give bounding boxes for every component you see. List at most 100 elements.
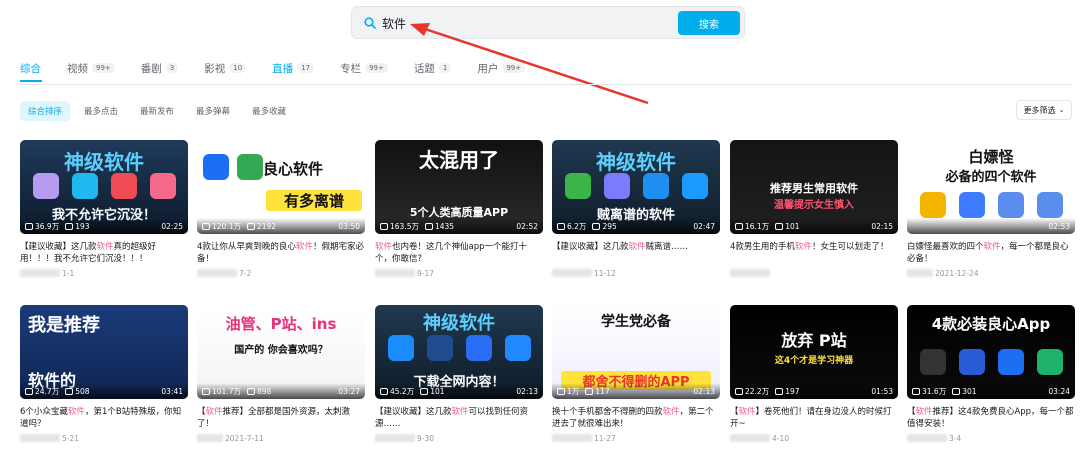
app-icon	[642, 173, 669, 199]
tab-2[interactable]: 番剧 3	[141, 58, 179, 78]
title-keyword-highlight: 软件	[67, 407, 85, 417]
video-card[interactable]: 4款必装良心App 31.6万 301 03:24 【软件推荐】这4款免费良心App，每…	[907, 305, 1075, 444]
title-keyword-highlight: 软件	[662, 407, 680, 417]
video-stats: 31.6万 301 03:24	[907, 383, 1075, 399]
danmaku-count: 2192	[246, 221, 277, 231]
search-input[interactable]	[382, 13, 662, 33]
title-keyword-highlight: 软件	[983, 242, 1001, 252]
video-title[interactable]: 软件也内卷！这几个神仙app一个能打十个，你敢信?	[375, 241, 543, 265]
video-title[interactable]: 6个小众宝藏软件，第1个B站特殊版，你知道吗？	[20, 406, 188, 430]
sort-option-4[interactable]: 最多收藏	[244, 101, 294, 121]
title-text: 白嫖怪最喜欢的四个	[907, 242, 984, 252]
tab-3[interactable]: 影视 10	[204, 58, 247, 78]
more-filter-button[interactable]: 更多筛选 ⌄	[1016, 100, 1072, 120]
sort-option-2[interactable]: 最新发布	[132, 101, 182, 121]
title-text: 换十个手机都舍不得删的四款	[552, 407, 663, 417]
video-thumbnail[interactable]: 推荐男生常用软件 温馨提示女生慎入 16.1万 101 02:15	[730, 140, 898, 234]
tab-1[interactable]: 视频 99+	[67, 58, 115, 78]
danmaku-count-text: 898	[256, 386, 272, 396]
video-thumbnail[interactable]: 白嫖怪 必备的四个软件 02:53	[907, 140, 1075, 234]
publish-date: 5-21	[62, 433, 80, 443]
danmaku-count: 301	[952, 387, 977, 396]
video-thumbnail[interactable]: 太混用了 5个人类高质量APP 163.5万 1435 02:52	[375, 140, 543, 234]
blurred-uploader-name	[730, 434, 770, 442]
thumbnail-headline: 神级软件	[423, 313, 495, 334]
publish-date: 4-10	[772, 433, 790, 443]
video-thumbnail[interactable]: 油管、P站、ins 国产的 你会喜欢吗？ 101.7万 898 03:27	[197, 305, 365, 399]
app-icon	[919, 192, 946, 218]
video-duration: 02:25	[161, 221, 183, 231]
video-thumbnail[interactable]: 良心软件 有多离谱 120.1万 2192 03:50	[197, 140, 365, 234]
tab-5[interactable]: 专栏 99+	[340, 58, 388, 78]
play-icon	[25, 387, 33, 395]
title-text: 推荐】这4款免费良心App，每一个都值得安装！	[907, 407, 1074, 429]
video-thumbnail[interactable]: 神级软件 我不允许它沉没！ 36.9万 193 02:25	[20, 140, 188, 234]
video-thumbnail[interactable]: 放弃 P站 这4个才是学习神器 22.2万 197 01:53	[730, 305, 898, 399]
app-icon	[32, 173, 59, 199]
danmaku-count: 197	[775, 387, 800, 396]
video-card[interactable]: 推荐男生常用软件 温馨提示女生慎入 16.1万 101 02:15 4款男生用的手机软件！…	[730, 140, 898, 279]
sort-option-1[interactable]: 最多点击	[76, 101, 126, 121]
title-keyword-highlight: 软件	[794, 242, 812, 252]
sort-option-0[interactable]: 综合排序	[20, 100, 71, 121]
video-title[interactable]: 【建议收藏】这几款软件可以找到任何资源……	[375, 406, 543, 430]
search-button[interactable]: 搜索	[678, 11, 740, 35]
thumbnail-headline: 放弃 P站	[781, 331, 847, 350]
view-count-text: 120.1万	[212, 221, 241, 231]
danmaku-icon	[775, 222, 784, 230]
video-title[interactable]: 4款男生用的手机软件！女生可以划走了！	[730, 241, 898, 265]
thumbnail-headline: 白嫖怪	[968, 148, 1014, 166]
video-stats: 163.5万 1435 02:52	[375, 218, 543, 234]
tab-0[interactable]: 综合	[20, 58, 41, 78]
danmaku-count: 295	[592, 222, 617, 231]
video-title[interactable]: 【建议收藏】这几款软件贼离谱……	[552, 241, 720, 265]
video-card[interactable]: 神级软件 贼离谱的软件 6.2万 295 02:47 【建议收藏】这几款软件贼离谱…… 11…	[552, 140, 720, 279]
tab-7[interactable]: 用户 99+	[477, 58, 526, 78]
video-card[interactable]: 良心软件 有多离谱 120.1万 2192 03:50 4款让你从早爽到晚的良心软件！假期…	[197, 140, 365, 279]
video-card[interactable]: 太混用了 5个人类高质量APP 163.5万 1435 02:52 软件也内卷！这几个神仙…	[375, 140, 543, 279]
play-icon	[557, 222, 565, 230]
play-icon	[202, 222, 210, 230]
video-thumbnail[interactable]: 学生党必备都舍不得删的APP1万11702:13	[552, 305, 720, 399]
tab-count-badge: 3	[165, 63, 179, 73]
tab-label: 综合	[20, 62, 41, 75]
video-thumbnail[interactable]: 神级软件下载全网内容！45.2万10102:13	[375, 305, 543, 399]
search-bar: 搜索	[351, 6, 745, 39]
video-card[interactable]: 神级软件 我不允许它沉没！ 36.9万 193 02:25 【建议收藏】这几款软件真的超级…	[20, 140, 188, 279]
video-card[interactable]: 油管、P站、ins 国产的 你会喜欢吗？ 101.7万 898 03:27 【软件推荐】全…	[197, 305, 365, 444]
video-title[interactable]: 换十个手机都舍不得删的四款软件，第二个进去了就很难出来!	[552, 406, 720, 430]
danmaku-count-text: 2192	[256, 221, 277, 231]
video-stats: 45.2万 101 02:13	[375, 383, 543, 399]
video-title[interactable]: 【软件】卷死他们！请在身边没人的时候打开~	[730, 406, 898, 430]
video-card[interactable]: 白嫖怪 必备的四个软件 02:53 白嫖怪最喜欢的四个软件，每一个都是良心必备！ 202…	[907, 140, 1075, 279]
publish-date: 11-27	[594, 433, 616, 443]
video-card[interactable]: 放弃 P站 这4个才是学习神器 22.2万 197 01:53 【软件】卷死他们！请在身边…	[730, 305, 898, 444]
video-card[interactable]: 我是推荐 软件的 24.7万 508 03:41 6个小众宝藏软件，第1个B站特殊版，你知…	[20, 305, 188, 444]
video-card[interactable]: 神级软件下载全网内容！45.2万10102:13 【建议收藏】这几款软件可以找到任…	[375, 305, 543, 444]
video-card[interactable]: 学生党必备都舍不得删的APP1万11702:13 换十个手机都舍不得删的四款软件，…	[552, 305, 720, 444]
danmaku-count: 101	[775, 222, 800, 231]
view-count: 24.7万	[25, 386, 59, 397]
app-icon	[387, 335, 414, 361]
video-meta: 7-2	[197, 267, 365, 279]
sort-option-3[interactable]: 最多弹幕	[188, 101, 238, 121]
search-results-page: 搜索 综合视频99+番剧3影视10直播17专栏99+话题1用户99+ 综合排序最…	[0, 0, 1080, 459]
danmaku-count-text: 193	[75, 221, 90, 231]
title-text: 【	[907, 407, 916, 417]
danmaku-icon	[424, 222, 433, 230]
video-thumbnail[interactable]: 神级软件 贼离谱的软件 6.2万 295 02:47	[552, 140, 720, 234]
video-title[interactable]: 白嫖怪最喜欢的四个软件，每一个都是良心必备！	[907, 241, 1075, 265]
tab-6[interactable]: 话题 1	[414, 58, 452, 78]
danmaku-count: 117	[585, 387, 610, 396]
tab-4[interactable]: 直播 17	[272, 58, 315, 78]
video-title[interactable]: 【软件推荐】全部都是国外资源，太刺激了！	[197, 406, 365, 430]
video-thumbnail[interactable]: 4款必装良心App 31.6万 301 03:24	[907, 305, 1075, 399]
video-thumbnail[interactable]: 我是推荐 软件的 24.7万 508 03:41	[20, 305, 188, 399]
danmaku-icon	[592, 222, 601, 230]
play-icon	[380, 387, 388, 395]
video-title[interactable]: 【建议收藏】这几款软件真的超级好用！！！我不允许它们沉没！！！	[20, 241, 188, 265]
video-title[interactable]: 【软件推荐】这4款免费良心App，每一个都值得安装！	[907, 406, 1075, 430]
video-title[interactable]: 4款让你从早爽到晚的良心软件！假期宅家必备！	[197, 241, 365, 265]
publish-date: 2021-12-24	[935, 268, 979, 278]
video-stats: 36.9万 193 02:25	[20, 218, 188, 234]
